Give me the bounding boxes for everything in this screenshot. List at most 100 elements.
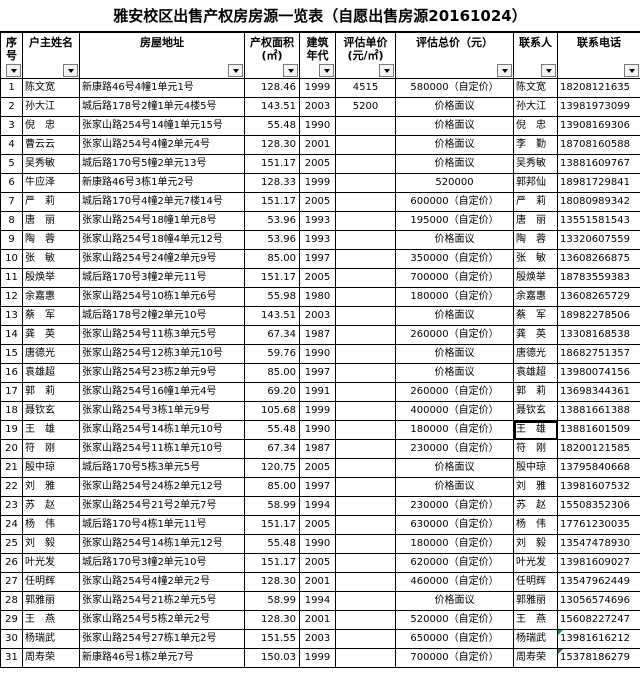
cell-contact[interactable]: 袁雄超 — [513, 363, 558, 383]
cell-address[interactable]: 张家山路254号18幢4单元12号 — [79, 230, 245, 250]
cell-unit_price[interactable] — [335, 306, 396, 326]
cell-total[interactable]: 180000（自定价） — [395, 420, 514, 440]
cell-seq[interactable]: 6 — [0, 173, 23, 193]
cell-total[interactable]: 230000（自定价） — [395, 439, 514, 459]
cell-owner[interactable]: 苏 赵 — [22, 496, 80, 516]
cell-address[interactable]: 张家山路254号14幢1单元15号 — [79, 116, 245, 136]
cell-seq[interactable]: 19 — [0, 420, 23, 440]
cell-unit_price[interactable] — [335, 420, 396, 440]
cell-phone[interactable]: 13981616212 — [557, 629, 640, 649]
cell-area[interactable]: 85.00 — [244, 477, 300, 497]
cell-owner[interactable]: 殷焕举 — [22, 268, 80, 288]
cell-owner[interactable]: 殷中琼 — [22, 458, 80, 478]
cell-year[interactable]: 1990 — [299, 116, 336, 136]
cell-year[interactable]: 1994 — [299, 496, 336, 516]
cell-seq[interactable]: 5 — [0, 154, 23, 174]
cell-address[interactable]: 张家山路254号23栋2单元9号 — [79, 363, 245, 383]
cell-contact[interactable]: 孙大江 — [513, 97, 558, 117]
cell-year[interactable]: 2003 — [299, 306, 336, 326]
cell-address[interactable]: 张家山路254号27栋1单元2号 — [79, 629, 245, 649]
cell-total[interactable]: 650000（自定价） — [395, 629, 514, 649]
cell-total[interactable]: 价格面议 — [395, 363, 514, 383]
cell-contact[interactable]: 龚 英 — [513, 325, 558, 345]
cell-unit_price[interactable] — [335, 515, 396, 535]
cell-unit_price[interactable] — [335, 325, 396, 345]
cell-area[interactable]: 67.34 — [244, 325, 300, 345]
cell-seq[interactable]: 25 — [0, 534, 23, 554]
cell-year[interactable]: 1997 — [299, 249, 336, 269]
cell-seq[interactable]: 8 — [0, 211, 23, 231]
cell-area[interactable]: 128.30 — [244, 572, 300, 592]
cell-total[interactable]: 价格面议 — [395, 306, 514, 326]
cell-total[interactable]: 700000（自定价） — [395, 268, 514, 288]
cell-seq[interactable]: 16 — [0, 363, 23, 383]
cell-address[interactable]: 张家山路254号5栋2单元2号 — [79, 610, 245, 630]
cell-seq[interactable]: 27 — [0, 572, 23, 592]
cell-area[interactable]: 151.55 — [244, 629, 300, 649]
cell-area[interactable]: 58.99 — [244, 496, 300, 516]
cell-area[interactable]: 120.75 — [244, 458, 300, 478]
cell-year[interactable]: 1993 — [299, 211, 336, 231]
cell-address[interactable]: 张家山路254号4幢2单元4号 — [79, 135, 245, 155]
cell-contact[interactable]: 刘 雅 — [513, 477, 558, 497]
cell-year[interactable]: 2005 — [299, 268, 336, 288]
cell-unit_price[interactable] — [335, 401, 396, 421]
cell-year[interactable]: 2003 — [299, 97, 336, 117]
cell-unit_price[interactable] — [335, 458, 396, 478]
cell-seq[interactable]: 13 — [0, 306, 23, 326]
cell-total[interactable]: 180000（自定价） — [395, 287, 514, 307]
cell-address[interactable]: 张家山路254号18幢1单元8号 — [79, 211, 245, 231]
cell-total[interactable]: 700000（自定价） — [395, 648, 514, 668]
cell-address[interactable]: 张家山路254号21栋2单元5号 — [79, 591, 245, 611]
filter-dropdown-icon[interactable] — [379, 64, 394, 77]
cell-owner[interactable]: 聂钦玄 — [22, 401, 80, 421]
cell-phone[interactable]: 13551581543 — [557, 211, 640, 231]
cell-contact[interactable]: 张 敏 — [513, 249, 558, 269]
cell-address[interactable]: 张家山路254号11栋3单元5号 — [79, 325, 245, 345]
cell-seq[interactable]: 29 — [0, 610, 23, 630]
cell-unit_price[interactable] — [335, 648, 396, 668]
cell-phone[interactable]: 18208121635 — [557, 78, 640, 98]
cell-seq[interactable]: 11 — [0, 268, 23, 288]
cell-owner[interactable]: 陶 蓉 — [22, 230, 80, 250]
cell-seq[interactable]: 24 — [0, 515, 23, 535]
cell-year[interactable]: 2005 — [299, 154, 336, 174]
cell-seq[interactable]: 2 — [0, 97, 23, 117]
filter-dropdown-icon[interactable] — [541, 64, 556, 77]
cell-phone[interactable]: 13547478930 — [557, 534, 640, 554]
cell-seq[interactable]: 1 — [0, 78, 23, 98]
cell-contact[interactable]: 李 勤 — [513, 135, 558, 155]
cell-owner[interactable]: 郭 莉 — [22, 382, 80, 402]
cell-total[interactable]: 230000（自定价） — [395, 496, 514, 516]
cell-seq[interactable]: 26 — [0, 553, 23, 573]
cell-total[interactable]: 价格面议 — [395, 591, 514, 611]
cell-owner[interactable]: 唐 丽 — [22, 211, 80, 231]
cell-seq[interactable]: 12 — [0, 287, 23, 307]
cell-contact[interactable]: 殷焕举 — [513, 268, 558, 288]
cell-phone[interactable]: 13320607559 — [557, 230, 640, 250]
cell-year[interactable]: 1999 — [299, 401, 336, 421]
cell-year[interactable]: 2005 — [299, 192, 336, 212]
cell-contact[interactable]: 唐德光 — [513, 344, 558, 364]
cell-contact[interactable]: 严 莉 — [513, 192, 558, 212]
cell-total[interactable]: 400000（自定价） — [395, 401, 514, 421]
cell-area[interactable]: 53.96 — [244, 230, 300, 250]
cell-owner[interactable]: 余嘉惠 — [22, 287, 80, 307]
cell-area[interactable]: 105.68 — [244, 401, 300, 421]
cell-contact[interactable]: 蔡 军 — [513, 306, 558, 326]
cell-area[interactable]: 58.99 — [244, 591, 300, 611]
cell-contact[interactable]: 苏 赵 — [513, 496, 558, 516]
cell-contact[interactable]: 叶光发 — [513, 553, 558, 573]
cell-address[interactable]: 城后路170号4栋1单元11号 — [79, 515, 245, 535]
cell-unit_price[interactable] — [335, 629, 396, 649]
cell-unit_price[interactable] — [335, 344, 396, 364]
cell-address[interactable]: 城后路170号5幢2单元13号 — [79, 154, 245, 174]
cell-total[interactable]: 620000（自定价） — [395, 553, 514, 573]
cell-phone[interactable]: 13795840668 — [557, 458, 640, 478]
cell-address[interactable]: 张家山路254号12栋3单元10号 — [79, 344, 245, 364]
cell-seq[interactable]: 7 — [0, 192, 23, 212]
cell-unit_price[interactable] — [335, 591, 396, 611]
cell-phone[interactable]: 13547962449 — [557, 572, 640, 592]
cell-seq[interactable]: 31 — [0, 648, 23, 668]
cell-owner[interactable]: 叶光发 — [22, 553, 80, 573]
